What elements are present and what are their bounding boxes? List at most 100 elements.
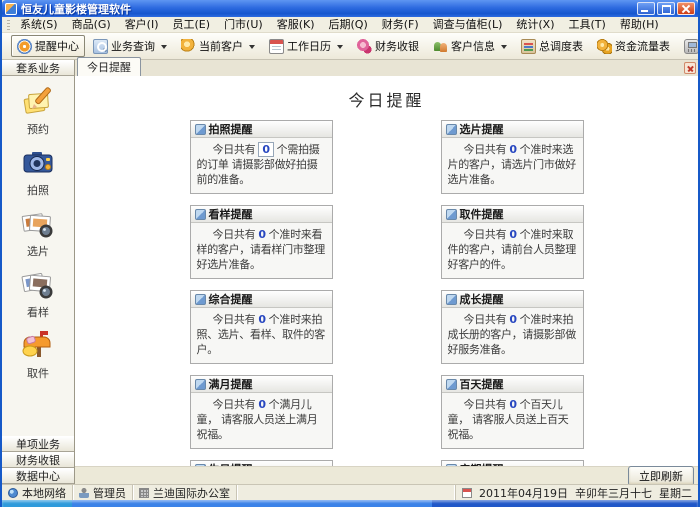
toolbar-current-customer[interactable]: 当前客户 xyxy=(175,35,261,57)
reminder-count: 0 xyxy=(258,142,274,157)
reminder-card-icon xyxy=(194,293,206,305)
reminder-card-header: 综合提醒 xyxy=(190,291,332,308)
reminder-page: 今日提醒 拍照提醒 今日共有 0 个需拍摄的订单 请摄影部做好拍摄前的准备。 选片提… xyxy=(75,76,698,466)
reminder-card: 综合提醒 今日共有 0 个准时来拍照、选片、看样、取件的客户。 xyxy=(189,290,333,364)
toolbar-label: 财务收银 xyxy=(375,40,419,53)
reminder-prefix: 今日共有 xyxy=(212,228,256,241)
reminder-text: 今日共有 0 个准时来拍成长册的客户，请摄影部做好服务准备。 xyxy=(448,312,577,357)
toolbar-reminder-center[interactable]: 提醒中心 xyxy=(11,35,85,57)
menu-item-statistics[interactable]: 统计(X) xyxy=(509,17,561,32)
customers-icon xyxy=(433,39,448,54)
reminder-text: 今日共有 0 个满月儿童， 请客服人员送上满月祝福。 xyxy=(197,397,326,442)
refresh-now-button[interactable]: 立即刷新 xyxy=(628,465,694,486)
menu-item-system[interactable]: 系统(S) xyxy=(13,17,65,32)
main-area: 套系业务 预约 拍照 选片 看样 取件 单项业务 财务收银 数据中心 今日提醒 … xyxy=(2,57,698,486)
reminder-card-header: 选片提醒 xyxy=(441,121,583,138)
menu-item-store[interactable]: 门市(U) xyxy=(217,17,270,32)
reminder-card-title: 百天提醒 xyxy=(459,378,504,391)
close-button[interactable] xyxy=(677,2,695,15)
sidebar-item-appointment[interactable]: 预约 xyxy=(6,82,70,140)
toolbar-label: 提醒中心 xyxy=(35,40,79,53)
sidebar-header-package-business[interactable]: 套系业务 xyxy=(2,60,74,76)
reminder-card: 选片提醒 今日共有 0 个准时来选片的客户，请选片门市做好选片准备。 xyxy=(440,120,584,194)
sidebar-item-photo-shoot[interactable]: 拍照 xyxy=(6,143,70,201)
menu-item-help[interactable]: 帮助(H) xyxy=(613,17,666,32)
network-globe-icon xyxy=(8,487,18,498)
sidebar-button-single-business[interactable]: 单项业务 xyxy=(2,436,74,452)
toolbar-work-calendar[interactable]: 工作日历 xyxy=(263,35,349,57)
sidebar-item-pickup[interactable]: 取件 xyxy=(6,326,70,384)
reminder-card-title: 拍照提醒 xyxy=(208,123,253,136)
tab-close-icon[interactable] xyxy=(684,62,696,74)
reminder-card-body: 今日共有 0 个满月儿童， 请客服人员送上满月祝福。 xyxy=(191,393,332,448)
reminder-card-icon xyxy=(445,123,457,135)
menu-item-survey[interactable]: 调查与值柜(L) xyxy=(426,17,510,32)
toolbar-label: 工作日历 xyxy=(287,40,331,53)
toolbar-sms-center[interactable]: 短信中心 xyxy=(678,35,698,57)
sidebar-item-photo-selection[interactable]: 选片 xyxy=(6,204,70,262)
menu-item-staff[interactable]: 员工(E) xyxy=(166,17,218,32)
reminder-card-body: 今日共有 0 个准时来选片的客户，请选片门市做好选片准备。 xyxy=(442,138,583,193)
tab-today-reminder[interactable]: 今日提醒 xyxy=(77,57,141,76)
reminder-prefix: 今日共有 xyxy=(463,228,507,241)
toolbar-label: 资金流量表 xyxy=(615,40,670,53)
sidebar-item-sample-viewing[interactable]: 看样 xyxy=(6,265,70,323)
titlebar: 恒友儿童影楼管理软件 xyxy=(2,0,698,17)
user-icon xyxy=(79,487,89,498)
schedule-icon xyxy=(521,38,536,54)
reminder-count: 0 xyxy=(509,398,517,411)
reminder-card-title: 成长提醒 xyxy=(459,293,504,306)
sidebar-button-finance-cashier[interactable]: 财务收银 xyxy=(2,452,74,468)
reminder-count: 0 xyxy=(258,398,266,411)
sidebar-item-label: 拍照 xyxy=(27,184,49,197)
restore-button[interactable] xyxy=(657,2,675,15)
reminder-count: 0 xyxy=(258,313,266,326)
sidebar-item-label: 看样 xyxy=(27,306,49,319)
reminder-card-icon xyxy=(445,208,457,220)
reminder-text: 今日共有 0 个准时来拍照、选片、看样、取件的客户。 xyxy=(197,312,326,357)
toolbar-cash-flow[interactable]: 资金流量表 xyxy=(591,35,676,57)
reminder-card-icon xyxy=(445,293,457,305)
calendar-icon xyxy=(269,38,284,54)
status-date-lunar: 辛卯年三月十七 xyxy=(575,486,652,500)
reminder-card-title: 选片提醒 xyxy=(459,123,504,136)
menu-item-tools[interactable]: 工具(T) xyxy=(562,17,613,32)
status-network-label: 本地网络 xyxy=(22,486,66,500)
sample-view-icon xyxy=(21,273,53,299)
sidebar-button-data-center[interactable]: 数据中心 xyxy=(2,468,74,484)
reminder-text: 今日共有 0 个准时来取件的客户，请前台人员整理好客户的件。 xyxy=(448,227,577,272)
sidebar-item-label: 取件 xyxy=(27,367,49,380)
toolbar-finance-cashier[interactable]: 财务收银 xyxy=(351,35,425,57)
menu-item-goods[interactable]: 商品(G) xyxy=(65,17,118,32)
taskbar-strip xyxy=(2,500,698,507)
menu-grip-icon xyxy=(7,19,10,30)
reminder-card: 满月提醒 今日共有 0 个满月儿童， 请客服人员送上满月祝福。 xyxy=(189,375,333,449)
toolbar-label: 客户信息 xyxy=(451,40,495,53)
reminder-text: 今日共有 0 个准时来选片的客户，请选片门市做好选片准备。 xyxy=(448,142,577,187)
reminder-card-body: 今日共有 0 个需拍摄的订单 请摄影部做好拍摄前的准备。 xyxy=(191,138,332,193)
reminder-count: 0 xyxy=(509,143,517,156)
reminder-card-icon xyxy=(445,378,457,390)
reminder-prefix: 今日共有 xyxy=(463,398,507,411)
search-icon xyxy=(93,38,108,54)
menu-item-service[interactable]: 客服(K) xyxy=(270,17,322,32)
toolbar-business-query[interactable]: 业务查询 xyxy=(87,35,173,57)
reminder-card-body: 今日共有 0 个准时来看样的客户，请看样门市整理好选片准备。 xyxy=(191,223,332,278)
reminder-card: 成长提醒 今日共有 0 个准时来拍成长册的客户，请摄影部做好服务准备。 xyxy=(440,290,584,364)
menu-item-customer[interactable]: 客户(I) xyxy=(118,17,166,32)
menu-item-finance[interactable]: 财务(F) xyxy=(375,17,426,32)
toolbar-label: 总调度表 xyxy=(539,40,583,53)
status-network: 本地网络 xyxy=(2,485,73,500)
minimize-button[interactable] xyxy=(637,2,655,15)
status-weekday: 星期二 xyxy=(659,486,692,500)
toolbar-label: 当前客户 xyxy=(199,40,243,53)
reminder-prefix: 今日共有 xyxy=(463,313,507,326)
menu-item-postproduction[interactable]: 后期(Q) xyxy=(322,17,375,32)
reminder-text: 今日共有 0 个准时来看样的客户，请看样门市整理好选片准备。 xyxy=(197,227,326,272)
reminder-card-header: 满月提醒 xyxy=(190,376,332,393)
toolbar: 提醒中心 业务查询 当前客户 工作日历 财务收银 客户信息 总调度表 资金流量表… xyxy=(2,33,698,60)
toolbar-customer-info[interactable]: 客户信息 xyxy=(427,35,513,57)
mailbox-icon xyxy=(22,331,51,357)
toolbar-master-schedule[interactable]: 总调度表 xyxy=(515,35,589,57)
content-area: 今日提醒 今日提醒 拍照提醒 今日共有 0 个需拍摄的订单 请摄影部做好拍摄前的准备… xyxy=(75,57,698,486)
